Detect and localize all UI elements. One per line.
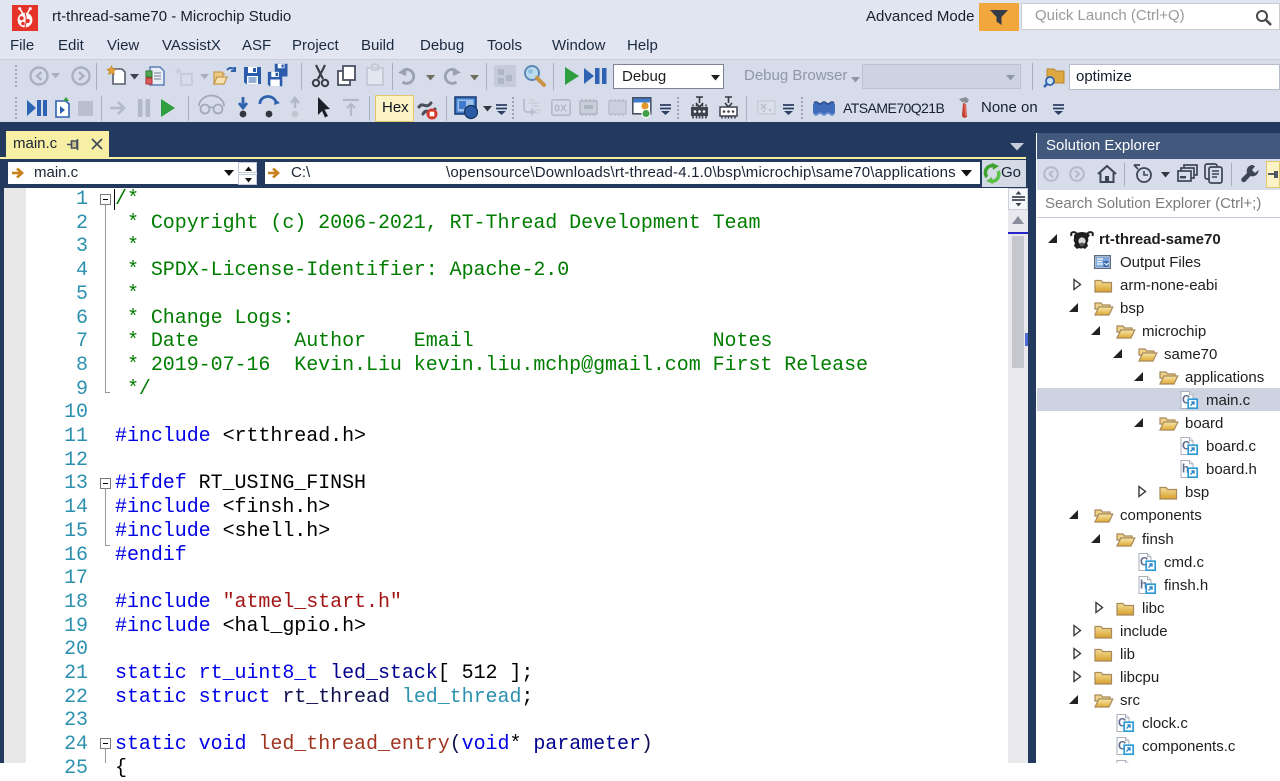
- svg-text:0X: 0X: [554, 103, 567, 115]
